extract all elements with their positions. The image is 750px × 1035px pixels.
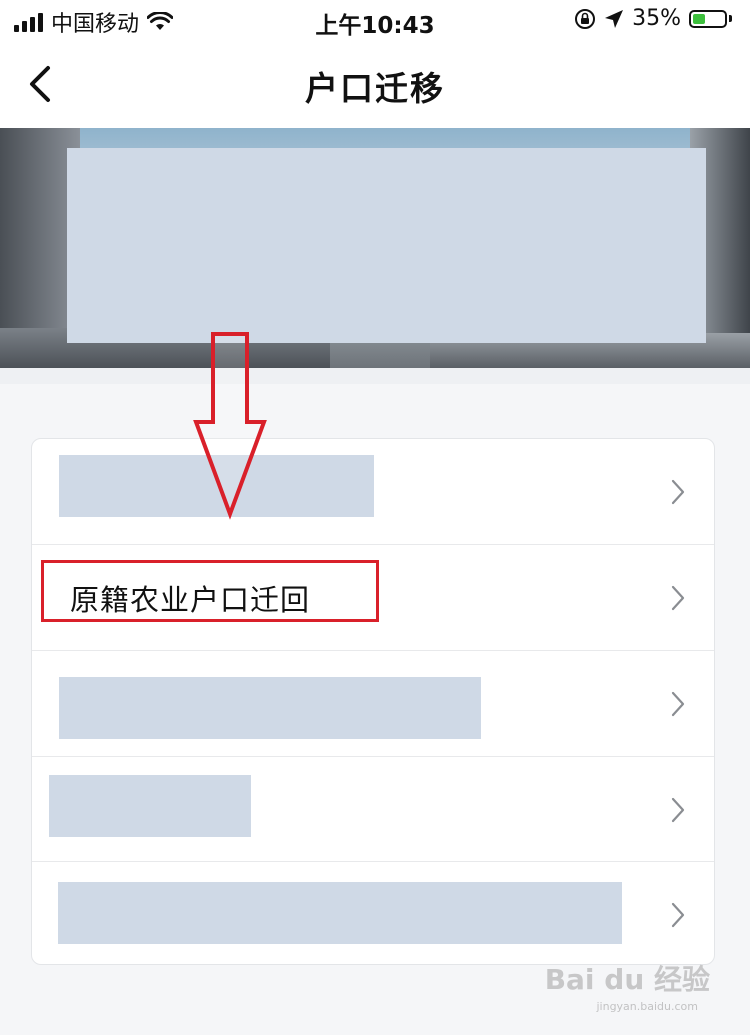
battery-icon (689, 9, 727, 28)
chevron-right-icon (671, 585, 685, 611)
orientation-lock-icon (575, 8, 596, 29)
list-item[interactable] (32, 756, 714, 862)
location-arrow-icon (605, 9, 624, 28)
list-item[interactable] (32, 439, 714, 544)
watermark-logo: Bai du 经验 (544, 963, 710, 996)
list-item[interactable] (32, 650, 714, 756)
chevron-right-icon (671, 479, 685, 505)
page-title: 户口迁移 (305, 69, 445, 108)
annotation-arrow-icon (193, 332, 267, 520)
migration-options-list: 原籍农业户口迁回 (31, 438, 715, 965)
section-divider (0, 368, 750, 384)
banner-redacted-block (67, 148, 706, 343)
watermark-url: jingyan.baidu.com (596, 1000, 698, 1013)
nav-bar: 户口迁移 (0, 42, 750, 128)
chevron-right-icon (671, 902, 685, 928)
battery-percent: 35% (632, 6, 681, 31)
redacted-label (58, 882, 622, 944)
battery-tip (729, 15, 732, 22)
status-bar: 中国移动 上午10:43 35% (0, 0, 750, 42)
redacted-label (59, 677, 481, 739)
list-item[interactable] (32, 861, 714, 967)
highlight-box (41, 560, 379, 622)
status-right: 35% (574, 6, 732, 31)
banner-image (0, 128, 750, 368)
list-item-agricultural-return[interactable]: 原籍农业户口迁回 (32, 544, 714, 650)
chevron-right-icon (671, 797, 685, 823)
chevron-right-icon (671, 691, 685, 717)
redacted-label (49, 775, 251, 837)
